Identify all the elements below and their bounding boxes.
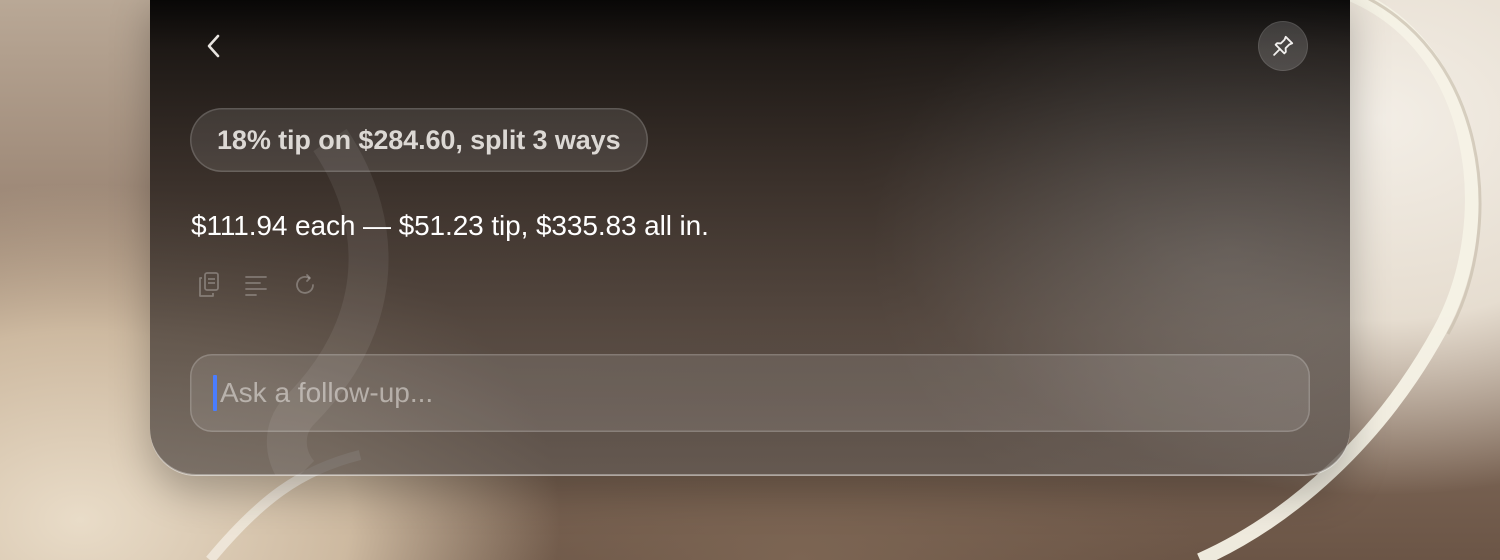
answer-actions (196, 270, 318, 300)
followup-field[interactable] (190, 354, 1310, 432)
text-lines-icon (245, 276, 267, 296)
copy-button[interactable] (196, 270, 222, 300)
pin-icon (1273, 35, 1294, 56)
back-button[interactable] (196, 28, 232, 64)
copy-icon (199, 272, 219, 297)
answer-text: $111.94 each — $51.23 tip, $335.83 all i… (191, 210, 709, 241)
refresh-icon (296, 274, 314, 294)
text-caret (213, 375, 217, 411)
query-text: 18% tip on $284.60, split 3 ways (217, 124, 621, 155)
regenerate-button[interactable] (292, 270, 318, 300)
pin-button[interactable] (1258, 21, 1308, 71)
format-button[interactable] (244, 270, 270, 300)
assistant-panel: 18% tip on $284.60, split 3 ways $111.94… (150, 0, 1350, 475)
followup-input[interactable] (220, 354, 1280, 432)
chevron-left-icon (207, 34, 220, 58)
query-chip[interactable]: 18% tip on $284.60, split 3 ways (190, 108, 648, 172)
